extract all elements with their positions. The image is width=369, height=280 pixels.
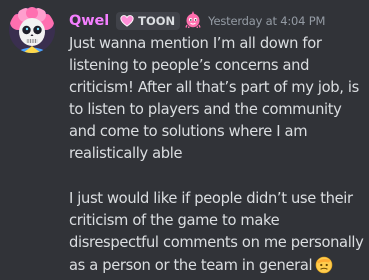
heart-badge-icon: [120, 15, 134, 27]
saluting-face-emoji[interactable]: [314, 254, 334, 280]
message-paragraph: Just wanna mention I’m all down for list…: [69, 35, 359, 163]
username[interactable]: Qwel: [69, 13, 109, 29]
message-timestamp[interactable]: Yesterday at 4:04 PM: [208, 14, 325, 28]
user-avatar[interactable]: [9, 7, 55, 53]
message-header: Qwel TOON Yesterday at 4:04 PM: [69, 10, 325, 32]
server-tag-badge[interactable]: TOON: [116, 12, 181, 30]
message-content: Just wanna mention I’m all down for list…: [69, 33, 365, 280]
message-paragraph: I just would like if people didn’t use t…: [69, 188, 365, 280]
chat-message: Qwel TOON Yesterday at 4:04 PM Just wann…: [0, 0, 369, 280]
badge-label: TOON: [138, 14, 176, 28]
pink-creature-role-icon[interactable]: [185, 10, 201, 32]
